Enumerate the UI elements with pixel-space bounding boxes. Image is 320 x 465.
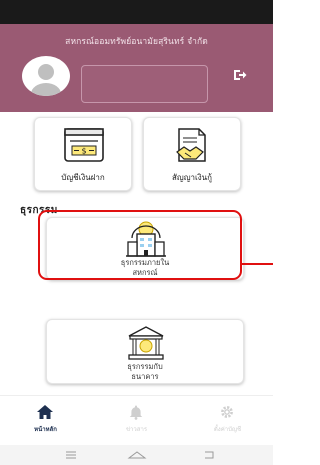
- status-bar: [0, 0, 273, 24]
- home-icon: [37, 405, 53, 419]
- nav-settings[interactable]: ตั้งค่าบัญชี: [182, 396, 273, 440]
- member-name-field: [81, 65, 208, 103]
- deposit-account-label: บัญชีเงินฝาก: [61, 173, 105, 182]
- bell-icon: [129, 405, 143, 420]
- avatar[interactable]: [22, 56, 70, 96]
- money-bill-icon: $: [64, 128, 104, 162]
- nav-settings-label: ตั้งค่าบัญชี: [213, 426, 242, 433]
- home-button-icon[interactable]: [127, 448, 147, 462]
- logout-icon[interactable]: [233, 68, 247, 82]
- loan-contract-card[interactable]: สัญญาเงินกู้: [143, 117, 241, 191]
- bank-transaction-label-line1: ธุรกรรมกับ: [127, 362, 163, 371]
- highlight-box: [38, 210, 242, 280]
- nav-home[interactable]: หน้าหลัก: [0, 396, 91, 440]
- contract-handshake-icon: [176, 128, 206, 162]
- header: สหกรณ์ออมทรัพย์อนามัยสุรินทร์ จำกัด: [0, 24, 273, 112]
- user-silhouette-icon: [31, 64, 61, 96]
- pointer-line: [242, 263, 273, 265]
- bank-building-icon: [128, 326, 164, 360]
- back-icon[interactable]: [201, 448, 217, 462]
- bottom-nav: หน้าหลัก ข่าวสาร ตั้งค่าบัญชี: [0, 395, 273, 445]
- android-nav-bar: [0, 445, 273, 465]
- nav-home-label: หน้าหลัก: [34, 426, 57, 433]
- bank-transaction-label-line2: ธนาคาร: [131, 372, 159, 381]
- nav-news-label: ข่าวสาร: [125, 426, 148, 433]
- loan-contract-label: สัญญาเงินกู้: [172, 173, 212, 182]
- svg-text:$: $: [81, 147, 86, 156]
- gear-icon: [221, 406, 233, 418]
- nav-news[interactable]: ข่าวสาร: [91, 396, 182, 440]
- recent-apps-icon[interactable]: [63, 448, 79, 462]
- coop-title: สหกรณ์ออมทรัพย์อนามัยสุรินทร์ จำกัด: [65, 37, 208, 47]
- bank-transaction-card[interactable]: ธุรกรรมกับ ธนาคาร: [46, 319, 244, 384]
- deposit-account-card[interactable]: $ บัญชีเงินฝาก: [34, 117, 132, 191]
